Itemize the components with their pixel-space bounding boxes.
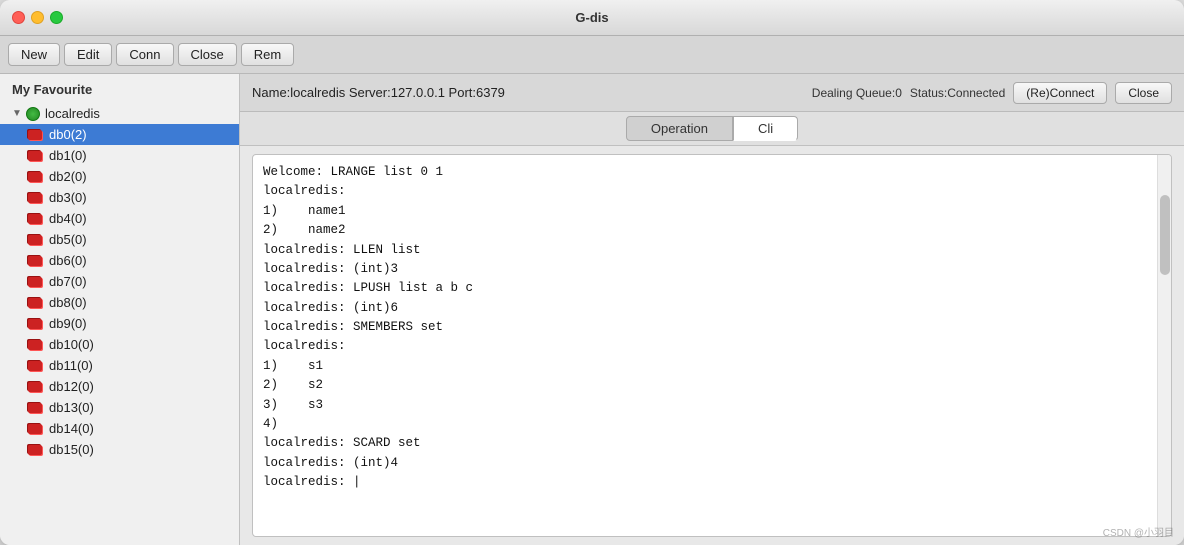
cli-scrollbar[interactable] (1157, 155, 1171, 536)
tree-db-item-1[interactable]: db1(0) (0, 145, 239, 166)
tree-db-item-2[interactable]: db2(0) (0, 166, 239, 187)
tree-db-item-15[interactable]: db15(0) (0, 439, 239, 460)
new-button[interactable]: New (8, 43, 60, 66)
db-label-5: db5(0) (49, 232, 87, 247)
traffic-lights (12, 11, 63, 24)
db-label-13: db13(0) (49, 400, 94, 415)
tree-root-item[interactable]: ▼ localredis (0, 103, 239, 124)
db-icon-4 (26, 212, 44, 226)
db-icon-2 (26, 170, 44, 184)
tree-db-item-4[interactable]: db4(0) (0, 208, 239, 229)
db-icon-12 (26, 380, 44, 394)
cli-output[interactable]: Welcome: LRANGE list 0 1 localredis: 1) … (253, 155, 1157, 536)
tab-cli[interactable]: Cli (733, 116, 798, 141)
db-icon-10 (26, 338, 44, 352)
db-icon-6 (26, 254, 44, 268)
main-window: G-dis New Edit Conn Close Rem My Favouri… (0, 0, 1184, 545)
db-label-9: db9(0) (49, 316, 87, 331)
db-icon-11 (26, 359, 44, 373)
reconnect-button[interactable]: (Re)Connect (1013, 82, 1107, 104)
tab-operation[interactable]: Operation (626, 116, 733, 141)
connection-status: Status:Connected (910, 86, 1005, 100)
db-label-8: db8(0) (49, 295, 87, 310)
cli-panel: Welcome: LRANGE list 0 1 localredis: 1) … (240, 146, 1184, 545)
db-icon-13 (26, 401, 44, 415)
tree-db-item-5[interactable]: db5(0) (0, 229, 239, 250)
maximize-traffic-light[interactable] (50, 11, 63, 24)
db-icon-9 (26, 317, 44, 331)
db-label-3: db3(0) (49, 190, 87, 205)
db-icon-14 (26, 422, 44, 436)
db-icon-7 (26, 275, 44, 289)
sidebar: My Favourite ▼ localredis db0(2) db1(0) (0, 74, 240, 545)
tree-db-item-6[interactable]: db6(0) (0, 250, 239, 271)
db-label-6: db6(0) (49, 253, 87, 268)
tree-db-item-0[interactable]: db0(2) (0, 124, 239, 145)
close-traffic-light[interactable] (12, 11, 25, 24)
tree-db-item-14[interactable]: db14(0) (0, 418, 239, 439)
db-label-4: db4(0) (49, 211, 87, 226)
minimize-traffic-light[interactable] (31, 11, 44, 24)
db-label-12: db12(0) (49, 379, 94, 394)
tree-db-item-7[interactable]: db7(0) (0, 271, 239, 292)
tree-db-item-9[interactable]: db9(0) (0, 313, 239, 334)
db-icon-5 (26, 233, 44, 247)
db-label-10: db10(0) (49, 337, 94, 352)
tree-db-item-13[interactable]: db13(0) (0, 397, 239, 418)
db-icon-15 (26, 443, 44, 457)
tree-db-item-12[interactable]: db12(0) (0, 376, 239, 397)
rem-button[interactable]: Rem (241, 43, 294, 66)
tree-root-label: localredis (45, 106, 100, 121)
conn-button[interactable]: Conn (116, 43, 173, 66)
tree-db-item-3[interactable]: db3(0) (0, 187, 239, 208)
db-label-2: db2(0) (49, 169, 87, 184)
connection-bar: Name:localredis Server:127.0.0.1 Port:63… (240, 74, 1184, 112)
watermark: CSDN @小羽目 (1103, 524, 1174, 539)
close-connection-button[interactable]: Close (1115, 82, 1172, 104)
db-label-14: db14(0) (49, 421, 94, 436)
db-label-1: db1(0) (49, 148, 87, 163)
right-panel: Name:localredis Server:127.0.0.1 Port:63… (240, 74, 1184, 545)
connection-status-icon (26, 107, 40, 121)
tree-db-item-10[interactable]: db10(0) (0, 334, 239, 355)
cli-output-wrapper: Welcome: LRANGE list 0 1 localredis: 1) … (252, 154, 1172, 537)
main-content: My Favourite ▼ localredis db0(2) db1(0) (0, 74, 1184, 545)
close-conn-button[interactable]: Close (178, 43, 237, 66)
edit-button[interactable]: Edit (64, 43, 112, 66)
db-icon-0 (26, 128, 44, 142)
tree-db-item-8[interactable]: db8(0) (0, 292, 239, 313)
cli-scrollbar-thumb[interactable] (1160, 195, 1170, 275)
db-icon-3 (26, 191, 44, 205)
chevron-down-icon: ▼ (12, 108, 26, 119)
tab-bar: Operation Cli (240, 112, 1184, 146)
connection-info: Name:localredis Server:127.0.0.1 Port:63… (252, 85, 505, 100)
db-icon-8 (26, 296, 44, 310)
connection-actions: Dealing Queue:0 Status:Connected (Re)Con… (812, 82, 1172, 104)
sidebar-title: My Favourite (0, 74, 239, 103)
db-label-11: db11(0) (49, 358, 93, 373)
toolbar: New Edit Conn Close Rem (0, 36, 1184, 74)
db-label-15: db15(0) (49, 442, 94, 457)
tree-db-item-11[interactable]: db11(0) (0, 355, 239, 376)
dealing-queue-status: Dealing Queue:0 (812, 86, 902, 100)
db-icon-1 (26, 149, 44, 163)
db-label-7: db7(0) (49, 274, 87, 289)
title-bar: G-dis (0, 0, 1184, 36)
window-title: G-dis (575, 10, 608, 25)
db-label-0: db0(2) (49, 127, 87, 142)
